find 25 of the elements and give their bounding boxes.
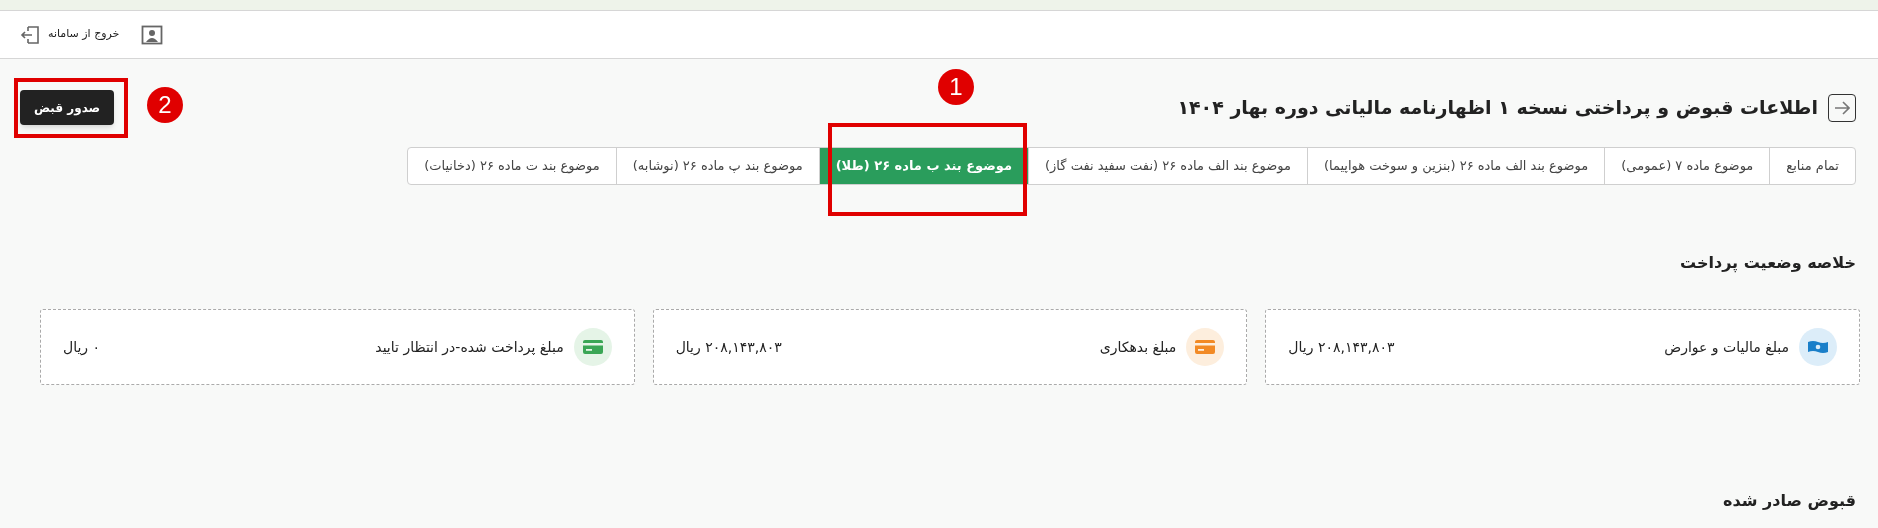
logout-link[interactable]: خروج از سامانه <box>20 24 120 45</box>
filter-tab[interactable]: موضوع بند پ ماده ۲۶ (نوشابه) <box>615 148 819 184</box>
arrow-right-icon <box>1834 100 1850 115</box>
card-amount: ۲۰۸,۱۴۳,۸۰۳ ریال <box>1288 337 1395 358</box>
filter-tab[interactable]: تمام منابع <box>1769 148 1855 184</box>
filter-tab[interactable]: موضوع بند الف ماده ۲۶ (بنزین و سوخت هواپیما) <box>1306 148 1605 184</box>
filter-tab[interactable]: موضوع بند ت ماده ۲۶ (دخانیات) <box>408 148 616 184</box>
back-button[interactable] <box>1828 93 1856 122</box>
logout-icon <box>20 24 40 45</box>
section-heading: قبوض صادر شده <box>1722 490 1857 512</box>
profile-icon[interactable] <box>141 24 164 45</box>
card-amount: ۰ ریال <box>63 337 101 358</box>
banknote-icon <box>1799 328 1837 366</box>
step-marker: 1 <box>938 69 974 105</box>
issue-receipt-button[interactable]: صدور قبض <box>20 90 115 125</box>
step-marker: 2 <box>147 87 183 123</box>
credit-card-icon <box>573 328 612 366</box>
page-title: اطلاعات قبوض و پرداختی نسخه ۱ اظهارنامه مالیاتی دوره بهار ۱۴۰۴ <box>1177 95 1818 121</box>
card-label: مبلغ پرداخت شده-در انتظار تایید <box>375 337 564 358</box>
card-label: مبلغ مالیات و عوارض <box>1664 337 1789 358</box>
credit-card-icon <box>1186 328 1225 366</box>
card-label: مبلغ بدهکاری <box>1099 337 1177 358</box>
section-heading: خلاصه وضعیت پرداخت <box>1679 252 1857 275</box>
filter-tab[interactable]: موضوع ماده ۷ (عمومی) <box>1604 148 1770 184</box>
card-amount: ۲۰۸,۱۴۳,۸۰۳ ریال <box>675 337 782 357</box>
